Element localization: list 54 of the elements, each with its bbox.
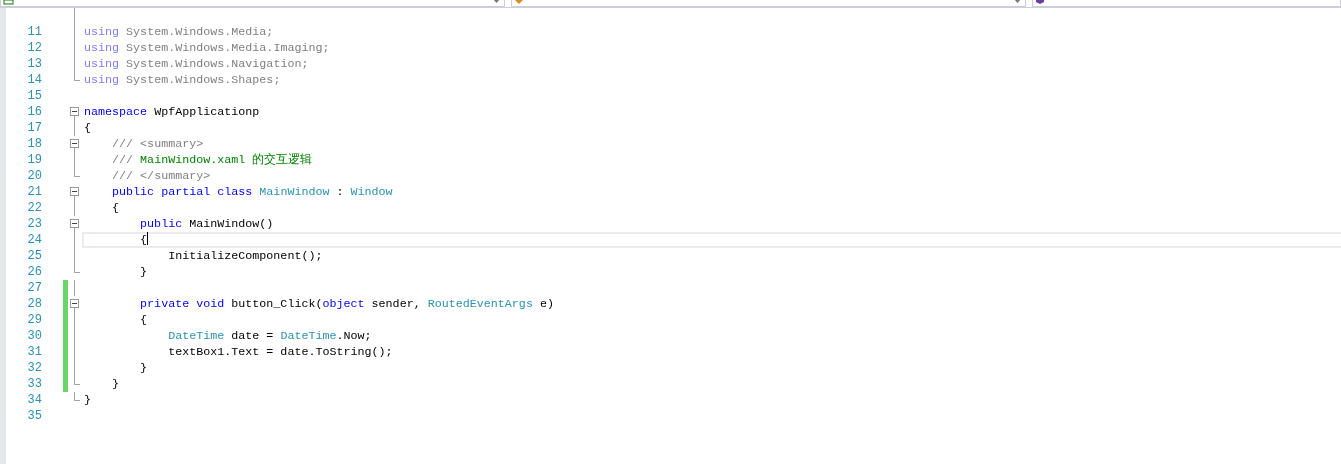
line-number: 12: [26, 40, 42, 56]
code-line: public MainWindow(): [140, 216, 274, 232]
line-number: 34: [26, 392, 42, 408]
line-number: 17: [26, 120, 42, 136]
code-line: }: [140, 264, 148, 280]
line-number: 19: [26, 152, 42, 168]
collapse-icon[interactable]: [70, 299, 79, 308]
code-line: DateTime date = DateTime.Now;: [168, 328, 372, 344]
code-line: }: [84, 392, 91, 408]
line-number: 23: [26, 216, 42, 232]
line-number: 13: [26, 56, 42, 72]
code-line: {: [140, 232, 149, 248]
line-number: 27: [26, 280, 42, 296]
code-line: textBox1.Text = date.ToString();: [168, 344, 393, 360]
code-line: using System.Windows.Media;: [84, 24, 274, 40]
collapse-icon[interactable]: [70, 107, 79, 116]
code-line: using System.Windows.Media.Imaging;: [84, 40, 330, 56]
line-number: 11: [26, 24, 42, 40]
code-line: {: [140, 312, 148, 328]
line-number: 26: [26, 264, 42, 280]
code-line: using System.Windows.Navigation;: [84, 56, 309, 72]
line-number: 16: [26, 104, 42, 120]
line-number: 25: [26, 248, 42, 264]
collapse-icon[interactable]: [70, 187, 79, 196]
collapse-icon[interactable]: [70, 219, 79, 228]
line-number: 28: [26, 296, 42, 312]
code-line: /// <summary>: [112, 136, 204, 152]
line-number: 18: [26, 136, 42, 152]
line-number: 31: [26, 344, 42, 360]
code-line: {: [112, 200, 120, 216]
code-line: InitializeComponent();: [168, 248, 323, 264]
code-line: private void button_Click(object sender, RoutedEventArgs e): [140, 296, 554, 312]
line-number: 30: [26, 328, 42, 344]
line-number: 22: [26, 200, 42, 216]
line-number: 29: [26, 312, 42, 328]
caret-icon: [493, 0, 500, 3]
line-number: 21: [26, 184, 42, 200]
line-number: 15: [26, 88, 42, 104]
line-number: 33: [26, 376, 42, 392]
line-number: 24: [26, 232, 42, 248]
code-line: public partial class MainWindow : Window: [112, 184, 393, 200]
code-line: namespace WpfApplicationp: [84, 104, 260, 120]
code-line: using System.Windows.Shapes;: [84, 72, 281, 88]
code-line: }: [140, 360, 148, 376]
line-number: 14: [26, 72, 42, 88]
collapse-icon[interactable]: [70, 139, 79, 148]
caret-icon: [1014, 0, 1021, 3]
code-line: /// MainWindow.xaml 的交互逻辑: [112, 152, 313, 168]
code-line: }: [112, 376, 120, 392]
code-line: {: [84, 120, 91, 136]
code-line: /// </summary>: [112, 168, 211, 184]
line-number: 20: [26, 168, 42, 184]
line-number: 32: [26, 360, 42, 376]
line-number: 35: [26, 408, 42, 424]
